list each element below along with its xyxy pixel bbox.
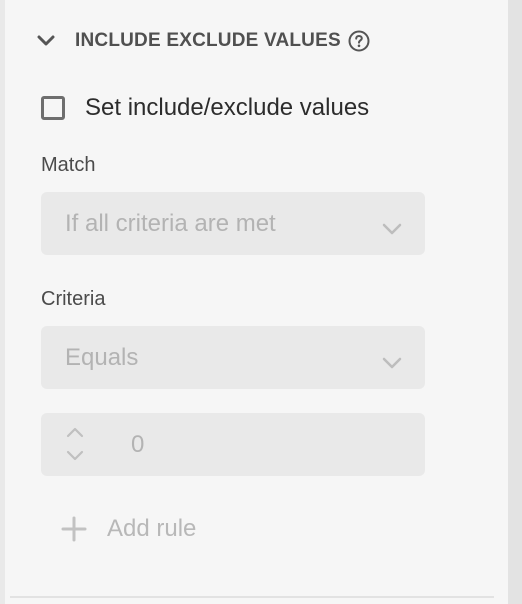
chevron-down-icon xyxy=(381,216,403,234)
help-circle-icon[interactable] xyxy=(348,30,370,52)
chevron-down-icon[interactable] xyxy=(35,30,57,52)
value-stepper[interactable]: 0 xyxy=(41,413,425,476)
match-select[interactable]: If all criteria are met xyxy=(41,192,425,255)
include-exclude-checkbox[interactable] xyxy=(41,96,65,120)
chevron-down-icon xyxy=(381,350,403,368)
chevron-up-icon[interactable] xyxy=(65,424,85,440)
include-exclude-checkbox-row[interactable]: Set include/exclude values xyxy=(41,94,369,122)
stepper-value[interactable]: 0 xyxy=(131,413,144,476)
match-label: Match xyxy=(41,154,96,176)
criteria-select-value: Equals xyxy=(65,343,139,371)
section-title: INCLUDE EXCLUDE VALUES xyxy=(75,30,341,51)
criteria-label: Criteria xyxy=(41,288,106,310)
criteria-select[interactable]: Equals xyxy=(41,326,425,389)
plus-icon xyxy=(61,516,87,542)
match-select-value: If all criteria are met xyxy=(65,209,276,237)
section-header[interactable]: INCLUDE EXCLUDE VALUES xyxy=(35,26,370,56)
add-rule-label: Add rule xyxy=(107,515,197,542)
chevron-down-icon[interactable] xyxy=(65,448,85,464)
section-divider xyxy=(10,596,494,598)
add-rule-button[interactable]: Add rule xyxy=(61,512,196,546)
include-exclude-checkbox-label[interactable]: Set include/exclude values xyxy=(85,94,369,122)
include-exclude-panel: INCLUDE EXCLUDE VALUES Set include/exclu… xyxy=(0,0,522,604)
